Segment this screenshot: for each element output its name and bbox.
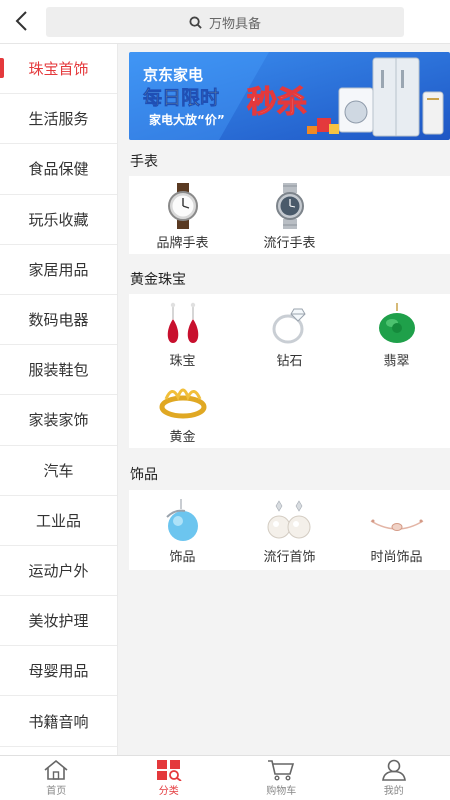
banner-brand-text: 京东家电 <box>143 66 203 84</box>
fashion-watch-icon <box>275 183 304 229</box>
user-icon <box>381 759 406 781</box>
sidebar-item-label: 运动户外 <box>28 561 89 580</box>
category-item-label: 流行首饰 <box>263 550 316 565</box>
tab-label: 购物车 <box>266 786 297 797</box>
fridge-icon <box>372 57 420 137</box>
tab-profile[interactable]: 我的 <box>338 756 450 800</box>
category-icon <box>156 760 182 781</box>
sidebar-item-books-audio[interactable]: 书籍音响 <box>0 696 117 747</box>
section-card-gold-jewelry: 珠宝 钻石 翡翠 黄金 <box>129 294 450 448</box>
sidebar-item-label: 母婴用品 <box>28 662 89 681</box>
category-item-fashion-watch[interactable]: 流行手表 <box>236 176 343 252</box>
search-bar[interactable]: 万物具备 <box>46 7 404 37</box>
section-title-gold-jewelry: 黄金珠宝 <box>130 272 186 288</box>
category-content: 京东家电 每日限时 秒杀 家电大放“价” 手表 品牌手表 流行手表 黄金珠宝 珠… <box>118 44 450 755</box>
banner-big-text: 秒杀 <box>247 85 307 120</box>
sidebar-item-beauty[interactable]: 美妆护理 <box>0 596 117 647</box>
category-item-label: 时尚饰品 <box>370 550 423 565</box>
banner-sub-text: 家电大放“价” <box>149 112 225 127</box>
sidebar-item-home-decor[interactable]: 家装家饰 <box>0 395 117 446</box>
purifier-icon <box>422 91 444 135</box>
category-item-jade[interactable]: 翡翠 <box>343 294 450 370</box>
sidebar-item-label: 珠宝首饰 <box>28 60 89 79</box>
category-item-label: 翡翠 <box>383 354 410 369</box>
category-item-gold[interactable]: 黄金 <box>129 370 236 446</box>
search-icon <box>189 15 202 29</box>
search-placeholder: 万物具备 <box>208 16 261 32</box>
cart-icon <box>268 760 295 781</box>
category-item-label: 流行手表 <box>263 236 316 251</box>
category-item-label: 品牌手表 <box>156 236 209 251</box>
sidebar-item-label: 书籍音响 <box>28 712 89 731</box>
back-button[interactable] <box>6 6 36 36</box>
pendant-icon <box>165 499 198 541</box>
sidebar-item-label: 服装鞋包 <box>28 361 89 380</box>
sidebar-item-life-services[interactable]: 生活服务 <box>0 94 117 145</box>
category-item-fashion-jewelry[interactable]: 流行首饰 <box>236 490 343 566</box>
pearl-earring-icon <box>267 500 310 539</box>
bracelet-icon <box>370 519 423 531</box>
diamond-ring-icon <box>272 308 306 344</box>
category-item-trendy-accessory[interactable]: 时尚饰品 <box>343 490 450 566</box>
category-item-label: 饰品 <box>169 550 196 565</box>
sidebar-item-label: 美妆护理 <box>28 612 89 631</box>
sidebar-item-food[interactable]: 食品保健 <box>0 144 117 195</box>
category-item-label: 珠宝 <box>169 354 196 369</box>
category-item-label: 钻石 <box>276 354 303 369</box>
banner-headline-text: 每日限时 <box>143 86 219 109</box>
sidebar-item-electronics[interactable]: 数码电器 <box>0 295 117 346</box>
earring-icon <box>167 302 198 343</box>
category-item-jewelry[interactable]: 珠宝 <box>129 294 236 370</box>
section-title-watches: 手表 <box>130 154 158 170</box>
sidebar-item-label: 玩乐收藏 <box>28 210 89 229</box>
tab-home[interactable]: 首页 <box>0 756 113 800</box>
gold-ring-icon <box>159 388 206 419</box>
sidebar-item-label: 数码电器 <box>28 311 89 330</box>
sidebar-item-label: 家居用品 <box>28 260 89 279</box>
tab-category[interactable]: 分类 <box>113 756 226 800</box>
sidebar-item-label: 家装家饰 <box>28 411 89 430</box>
category-item-accessory[interactable]: 饰品 <box>129 490 236 566</box>
brand-watch-icon <box>167 183 198 229</box>
sidebar-item-collectibles[interactable]: 玩乐收藏 <box>0 195 117 245</box>
sidebar-item-label: 工业品 <box>35 511 81 530</box>
jade-icon <box>378 303 415 343</box>
bottom-tab-bar: 首页 分类 购物车 我的 <box>0 755 450 800</box>
category-item-brand-watch[interactable]: 品牌手表 <box>129 176 236 252</box>
section-card-watches: 品牌手表 流行手表 <box>129 176 450 254</box>
promo-banner[interactable]: 京东家电 每日限时 秒杀 家电大放“价” <box>129 52 450 140</box>
category-sidebar: 珠宝首饰 生活服务 食品保健 玩乐收藏 家居用品 数码电器 服装鞋包 家装家饰 … <box>0 44 118 755</box>
sidebar-item-jewelry[interactable]: 珠宝首饰 <box>0 44 117 95</box>
top-bar: 万物具备 <box>0 0 450 44</box>
tab-label: 分类 <box>158 786 179 797</box>
washer-icon <box>338 87 374 133</box>
sidebar-item-label: 汽车 <box>43 461 74 480</box>
sidebar-item-auto[interactable]: 汽车 <box>0 446 117 496</box>
sidebar-item-baby[interactable]: 母婴用品 <box>0 646 117 697</box>
sidebar-item-household[interactable]: 家居用品 <box>0 245 117 295</box>
sidebar-item-industrial[interactable]: 工业品 <box>0 496 117 546</box>
category-item-diamond[interactable]: 钻石 <box>236 294 343 370</box>
section-card-accessories: 饰品 流行首饰 时尚饰品 <box>129 490 450 570</box>
tab-label: 首页 <box>46 786 67 797</box>
tab-label: 我的 <box>383 786 404 797</box>
sidebar-item-label: 食品保健 <box>28 160 89 179</box>
section-title-accessories: 饰品 <box>130 467 158 483</box>
sidebar-item-label: 生活服务 <box>28 110 89 129</box>
tab-cart[interactable]: 购物车 <box>225 756 338 800</box>
category-item-label: 黄金 <box>169 430 196 445</box>
home-icon <box>44 759 68 780</box>
back-arrow-icon <box>15 11 27 31</box>
sidebar-item-sports[interactable]: 运动户外 <box>0 546 117 597</box>
sidebar-item-apparel[interactable]: 服装鞋包 <box>0 345 117 396</box>
